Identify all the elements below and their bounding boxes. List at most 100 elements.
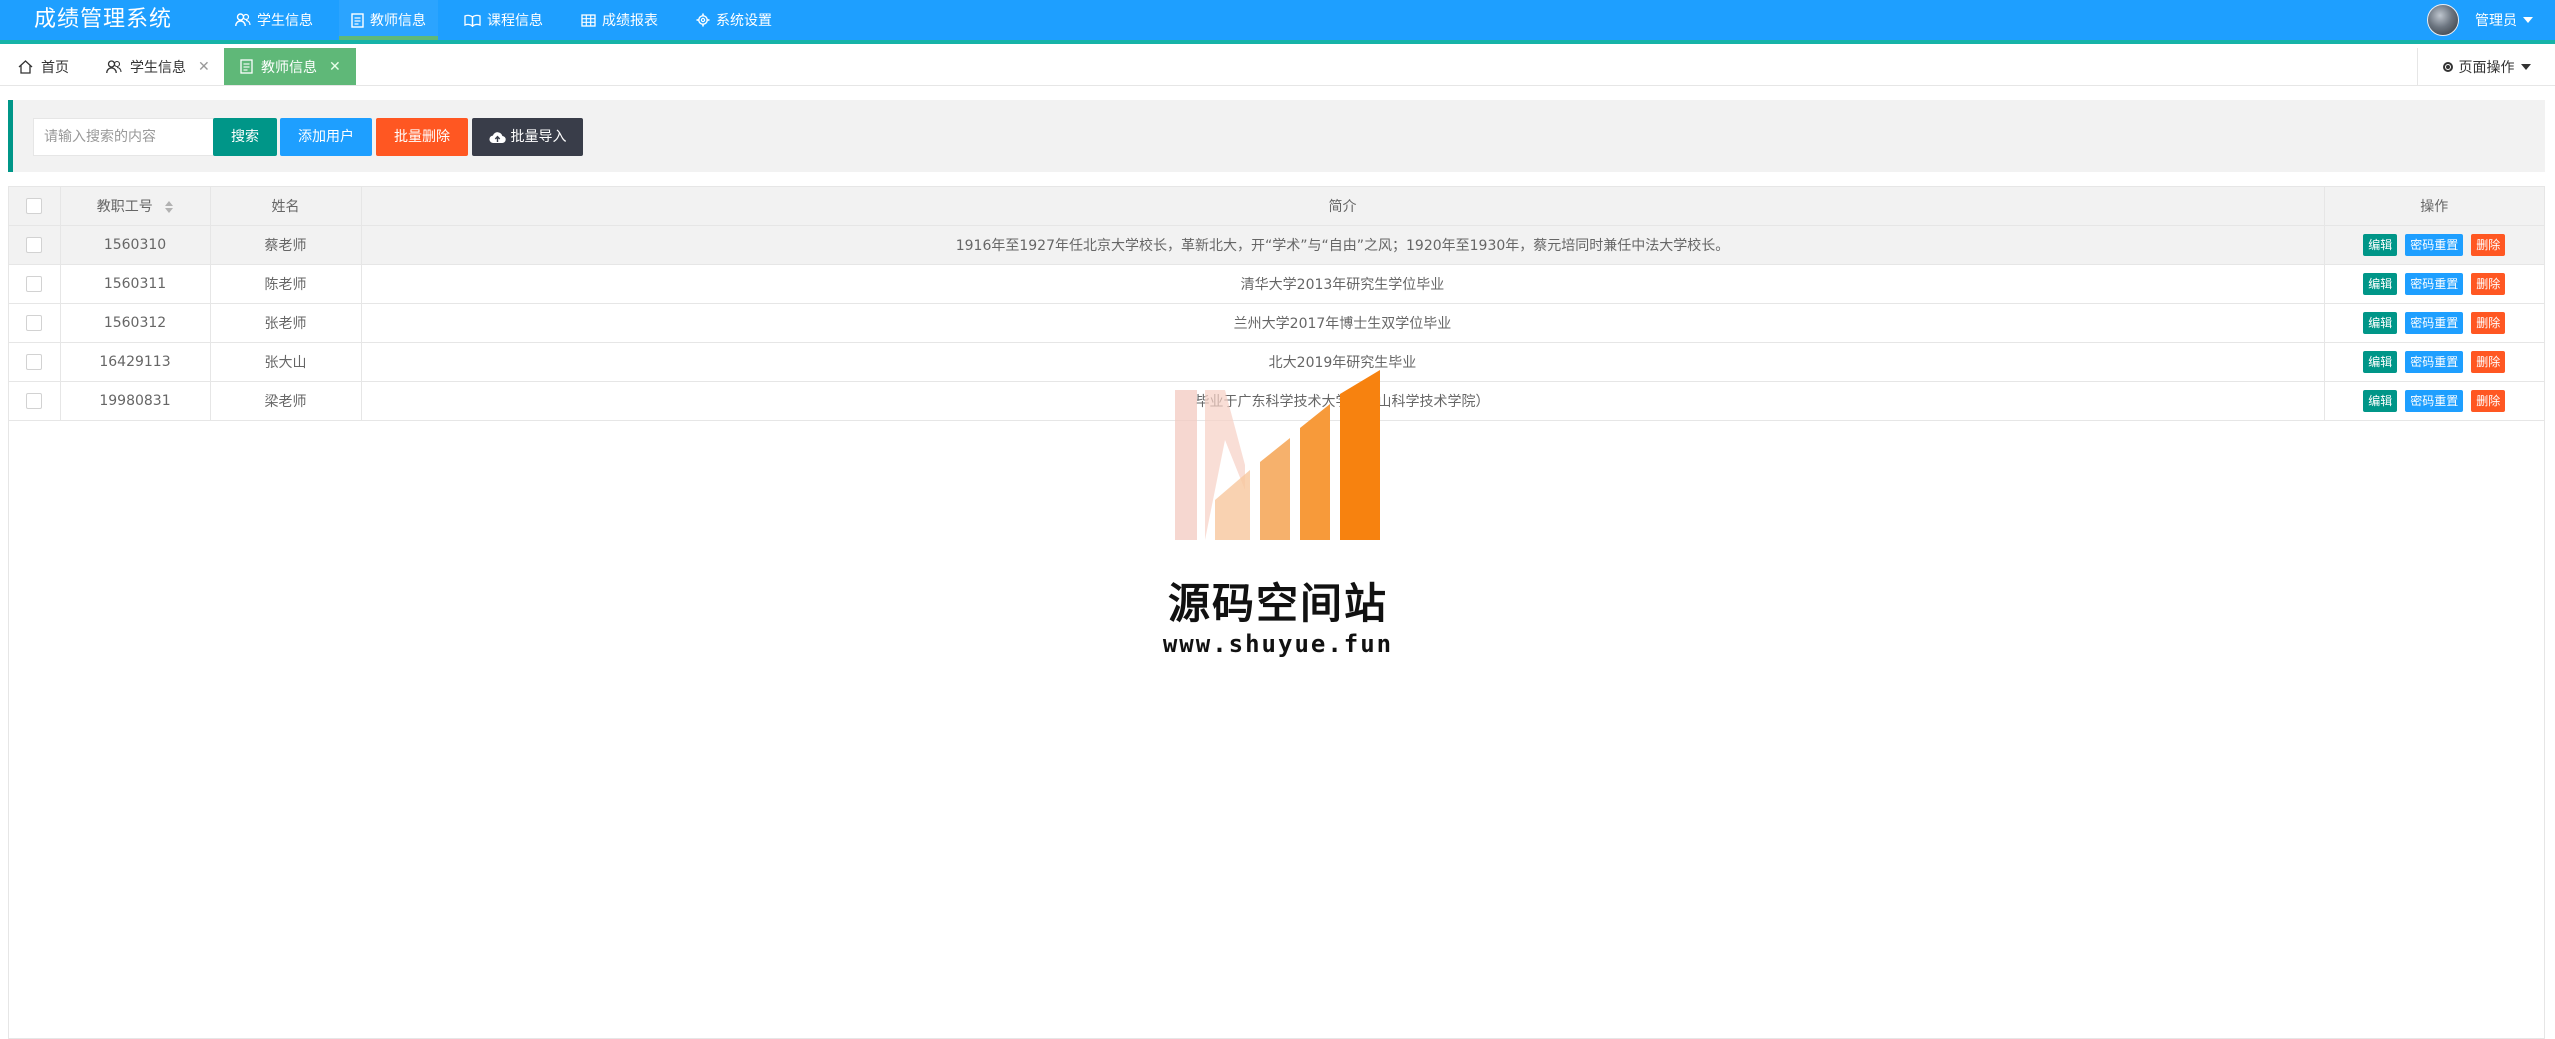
- batch-import-button[interactable]: 批量导入: [472, 118, 583, 156]
- document-icon: [240, 59, 253, 74]
- cell-intro: 清华大学2013年研究生学位毕业: [361, 264, 2325, 304]
- nav-label: 成绩报表: [602, 13, 658, 29]
- reset-password-button[interactable]: 密码重置: [2405, 390, 2464, 412]
- close-icon[interactable]: ✕: [198, 59, 210, 75]
- avatar: [2427, 4, 2459, 36]
- add-user-button[interactable]: 添加用户: [280, 118, 372, 156]
- users-icon: [235, 13, 251, 27]
- document-icon: [351, 12, 364, 28]
- nav-label: 教师信息: [370, 13, 426, 29]
- row-select-cell: [9, 381, 61, 421]
- row-checkbox[interactable]: [26, 276, 43, 292]
- row-select-cell: [9, 342, 61, 382]
- close-icon[interactable]: ✕: [329, 59, 341, 75]
- cell-name: 张大山: [210, 342, 362, 382]
- column-header-id[interactable]: 教职工号: [60, 187, 211, 226]
- row-checkbox[interactable]: [26, 237, 43, 253]
- batch-import-label: 批量导入: [510, 129, 567, 145]
- cell-name: 张老师: [210, 303, 362, 343]
- cell-id: 1560310: [60, 225, 211, 265]
- column-header-intro: 简介: [361, 187, 2325, 226]
- reset-password-button[interactable]: 密码重置: [2405, 312, 2464, 334]
- cloud-upload-icon: [488, 131, 506, 144]
- page-ops-label: 页面操作: [2458, 59, 2515, 76]
- cell-id: 19980831: [60, 381, 211, 421]
- delete-button[interactable]: 删除: [2471, 312, 2506, 334]
- nav-item-teachers[interactable]: 教师信息: [339, 0, 438, 40]
- delete-button[interactable]: 删除: [2471, 390, 2506, 412]
- row-select-cell: [9, 303, 61, 343]
- cell-ops: 编辑 密码重置 删除: [2324, 225, 2544, 265]
- table-header-row: 教职工号 姓名 简介 操作: [9, 187, 2544, 226]
- nav-label: 学生信息: [257, 13, 313, 29]
- table-row: 1560311 陈老师 清华大学2013年研究生学位毕业 编辑 密码重置 删除: [9, 264, 2544, 304]
- nav-item-settings[interactable]: 系统设置: [684, 0, 784, 40]
- cell-ops: 编辑 密码重置 删除: [2324, 381, 2544, 421]
- row-select-cell: [9, 225, 61, 265]
- users-icon: [106, 59, 122, 74]
- column-header-name: 姓名: [210, 187, 362, 226]
- book-icon: [464, 14, 481, 27]
- watermark-title: 源码空间站: [1167, 579, 1388, 628]
- tab-strip: 首页 学生信息 ✕ 教师信息 ✕ 页面操作: [0, 48, 2555, 86]
- top-header: 成绩管理系统 学生信息 教师信息 课程信息 成绩报表 系统设置 管理员: [0, 0, 2555, 44]
- column-label: 教职工号: [96, 199, 153, 215]
- chevron-down-icon: [2520, 63, 2531, 70]
- select-all-checkbox[interactable]: [26, 198, 43, 214]
- row-checkbox[interactable]: [26, 393, 43, 409]
- delete-button[interactable]: 删除: [2471, 234, 2506, 256]
- gear-icon: [696, 13, 710, 27]
- search-input[interactable]: [33, 118, 215, 156]
- user-name: 管理员: [2475, 13, 2517, 29]
- edit-button[interactable]: 编辑: [2363, 234, 2398, 256]
- select-all-cell: [9, 187, 61, 226]
- cell-intro: 兰州大学2017年博士生双学位毕业: [361, 303, 2325, 343]
- header-accent-line: [0, 40, 2555, 44]
- nav-item-reports[interactable]: 成绩报表: [569, 0, 670, 40]
- target-icon: [2442, 61, 2453, 72]
- edit-button[interactable]: 编辑: [2363, 351, 2398, 373]
- reset-password-button[interactable]: 密码重置: [2405, 234, 2464, 256]
- edit-button[interactable]: 编辑: [2363, 390, 2398, 412]
- nav-item-courses[interactable]: 课程信息: [452, 0, 555, 40]
- watermark-url: www.shuyue.fun: [1162, 630, 1394, 658]
- cell-ops: 编辑 密码重置 删除: [2324, 342, 2544, 382]
- toolbar: 搜索 添加用户 批量删除 批量导入: [8, 100, 2545, 172]
- batch-delete-button[interactable]: 批量删除: [376, 118, 468, 156]
- column-header-ops: 操作: [2324, 187, 2544, 226]
- edit-button[interactable]: 编辑: [2363, 312, 2398, 334]
- home-icon: [18, 59, 33, 74]
- main-nav: 学生信息 教师信息 课程信息 成绩报表 系统设置: [223, 0, 798, 44]
- cell-ops: 编辑 密码重置 删除: [2324, 264, 2544, 304]
- cell-id: 16429113: [60, 342, 211, 382]
- edit-button[interactable]: 编辑: [2363, 273, 2398, 295]
- reset-password-button[interactable]: 密码重置: [2405, 351, 2464, 373]
- row-checkbox[interactable]: [26, 315, 43, 331]
- app-title: 成绩管理系统: [34, 7, 173, 32]
- cell-name: 蔡老师: [210, 225, 362, 265]
- nav-label: 系统设置: [716, 13, 772, 29]
- cell-intro: 1916年至1927年任北京大学校长，革新北大，开“学术”与“自由”之风；192…: [361, 225, 2325, 265]
- search-button[interactable]: 搜索: [213, 118, 277, 156]
- watermark-logo: [1175, 370, 1380, 540]
- row-checkbox[interactable]: [26, 354, 43, 370]
- tab-home[interactable]: 首页: [0, 48, 102, 85]
- tab-teachers[interactable]: 教师信息 ✕: [224, 48, 356, 85]
- cell-id: 1560312: [60, 303, 211, 343]
- tab-students[interactable]: 学生信息 ✕: [88, 48, 242, 85]
- table-icon: [581, 13, 596, 27]
- cell-name: 陈老师: [210, 264, 362, 304]
- nav-item-students[interactable]: 学生信息: [223, 0, 325, 40]
- page-operations-button[interactable]: 页面操作: [2417, 48, 2555, 85]
- chevron-down-icon: [2523, 17, 2533, 23]
- cell-id: 1560311: [60, 264, 211, 304]
- user-menu[interactable]: 管理员: [2427, 4, 2533, 36]
- sort-icon[interactable]: [165, 201, 174, 213]
- delete-button[interactable]: 删除: [2471, 273, 2506, 295]
- tab-label: 首页: [41, 59, 69, 76]
- reset-password-button[interactable]: 密码重置: [2405, 273, 2464, 295]
- nav-label: 课程信息: [487, 13, 543, 29]
- delete-button[interactable]: 删除: [2471, 351, 2506, 373]
- table-row: 1560310 蔡老师 1916年至1927年任北京大学校长，革新北大，开“学术…: [9, 225, 2544, 265]
- table-row: 1560312 张老师 兰州大学2017年博士生双学位毕业 编辑 密码重置 删除: [9, 303, 2544, 343]
